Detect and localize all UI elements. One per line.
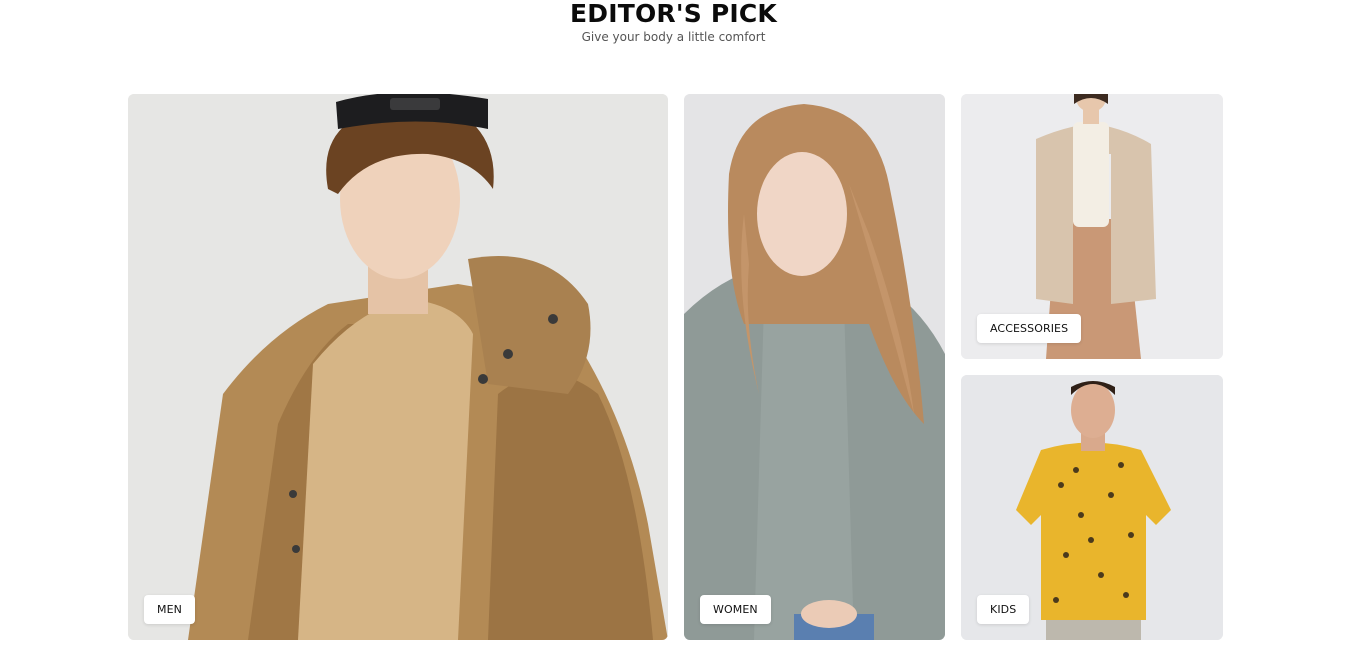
category-label-kids[interactable]: KIDS bbox=[977, 595, 1030, 624]
category-label-men[interactable]: MEN bbox=[144, 595, 195, 624]
men-photo bbox=[128, 94, 668, 640]
women-photo bbox=[684, 94, 945, 640]
category-tile-accessories[interactable]: ACCESSORIES bbox=[961, 94, 1223, 359]
category-label-women[interactable]: WOMEN bbox=[700, 595, 771, 624]
section-title: EDITOR'S PICK bbox=[570, 0, 777, 28]
category-label-accessories[interactable]: ACCESSORIES bbox=[977, 314, 1082, 343]
section-subtitle: Give your body a little comfort bbox=[581, 30, 766, 44]
category-tile-men[interactable]: MEN bbox=[128, 94, 668, 640]
category-tile-women[interactable]: WOMEN bbox=[684, 94, 945, 640]
section-header: EDITOR'S PICK Give your body a little co… bbox=[0, 0, 1347, 44]
category-tile-kids[interactable]: KIDS bbox=[961, 375, 1223, 640]
